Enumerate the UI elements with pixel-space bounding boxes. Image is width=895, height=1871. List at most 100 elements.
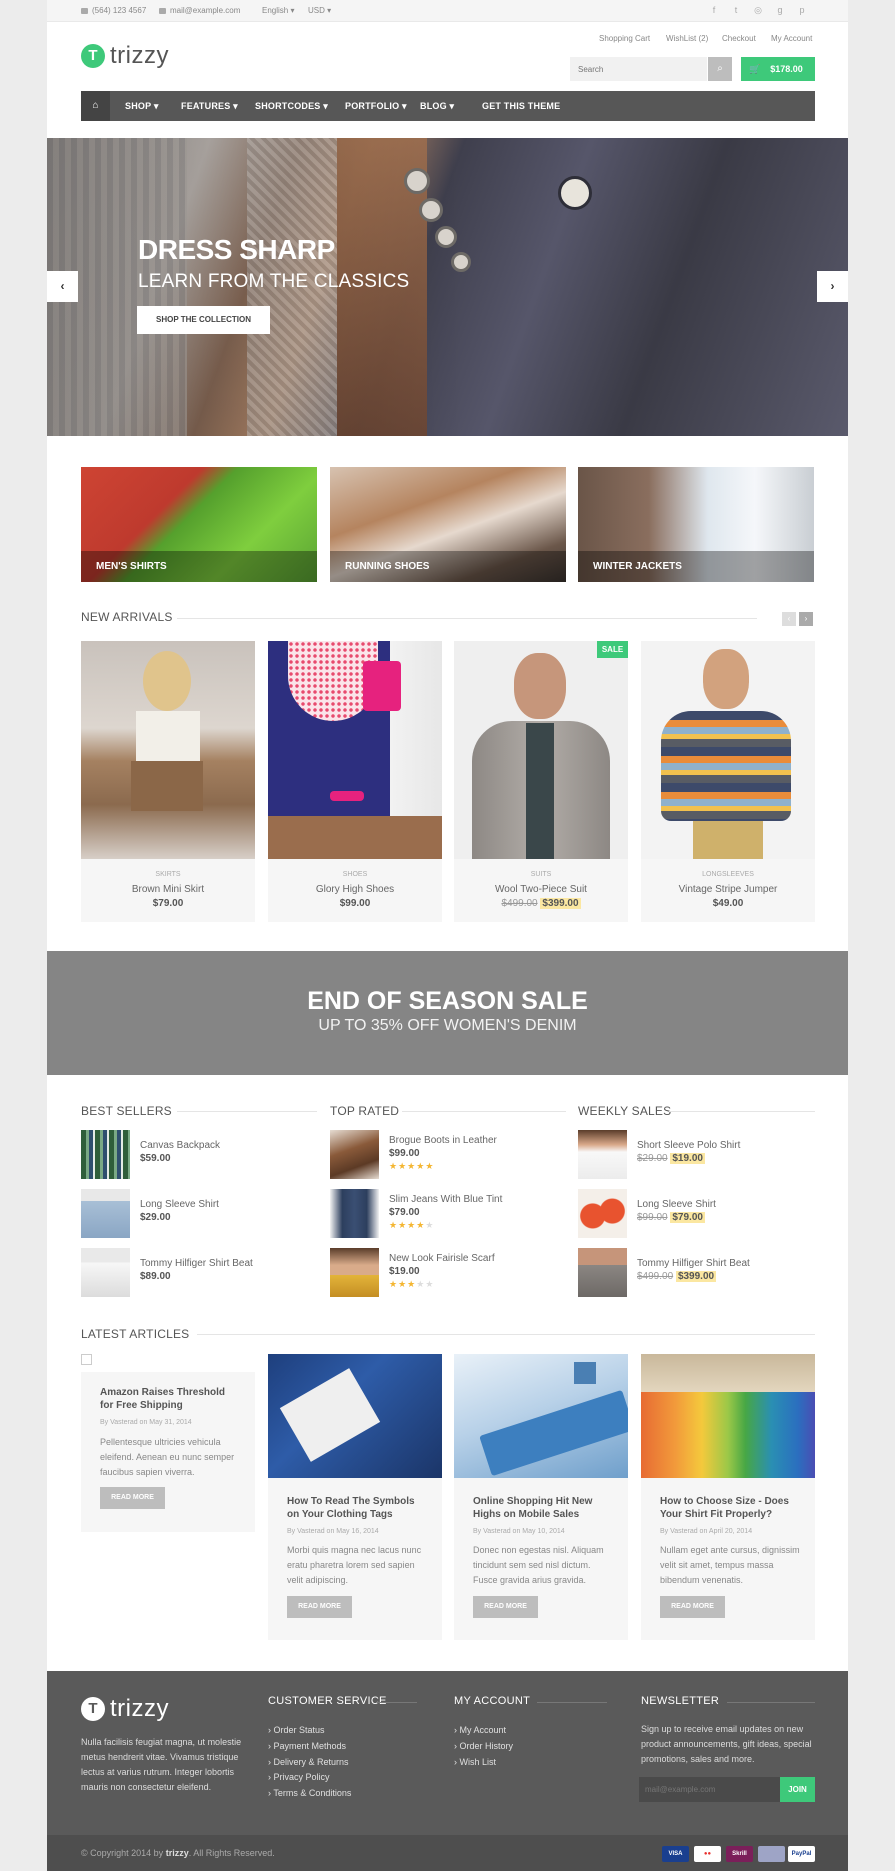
product-thumb[interactable]: [578, 1189, 627, 1238]
nav-item-shop[interactable]: SHOP ▾: [125, 101, 159, 112]
product-name[interactable]: Canvas Backpack: [140, 1140, 220, 1151]
nav-item-portfolio[interactable]: PORTFOLIO ▾: [345, 101, 407, 112]
product-name[interactable]: Vintage Stripe Jumper: [641, 884, 815, 895]
list-item[interactable]: Brogue Boots in Leather $99.00 ★★★★★: [330, 1130, 566, 1185]
product-card[interactable]: SALE SUITS Wool Two-Piece Suit $499.00 $…: [454, 641, 628, 922]
product-thumb[interactable]: [81, 1189, 130, 1238]
shop-collection-button[interactable]: SHOP THE COLLECTION: [137, 306, 270, 334]
article-title[interactable]: How To Read The Symbols on Your Clothing…: [287, 1495, 427, 1521]
list-item[interactable]: Short Sleeve Polo Shirt $29.00 $19.00: [578, 1130, 814, 1185]
email-info[interactable]: mail@example.com: [159, 6, 240, 15]
product-name[interactable]: Long Sleeve Shirt: [140, 1199, 219, 1210]
product-name[interactable]: Brogue Boots in Leather: [389, 1135, 497, 1146]
logo[interactable]: trizzy: [110, 42, 169, 70]
product-name[interactable]: Short Sleeve Polo Shirt: [637, 1140, 740, 1151]
article-title[interactable]: Amazon Raises Threshold for Free Shippin…: [100, 1386, 240, 1412]
facebook-icon[interactable]: f: [709, 5, 719, 15]
slider-next-icon[interactable]: ›: [817, 271, 848, 302]
wishlist-link[interactable]: WishList (2): [666, 34, 708, 43]
nav-item-blog[interactable]: BLOG ▾: [420, 101, 454, 112]
product-image[interactable]: [454, 641, 628, 859]
footer-link[interactable]: › Order Status: [268, 1725, 325, 1735]
list-item[interactable]: Slim Jeans With Blue Tint $79.00 ★★★★★: [330, 1189, 566, 1244]
product-card[interactable]: LONGSLEEVES Vintage Stripe Jumper $49.00: [641, 641, 815, 922]
google-plus-icon[interactable]: g: [775, 5, 785, 15]
product-name[interactable]: Long Sleeve Shirt: [637, 1199, 716, 1210]
product-name[interactable]: Tommy Hilfiger Shirt Beat: [637, 1258, 750, 1269]
article-card[interactable]: How To Read The Symbols on Your Clothing…: [268, 1354, 442, 1640]
footer-link[interactable]: › Delivery & Returns: [268, 1757, 349, 1767]
product-name[interactable]: Tommy Hilfiger Shirt Beat: [140, 1258, 253, 1269]
article-card[interactable]: How to Choose Size - Does Your Shirt Fit…: [641, 1354, 815, 1640]
product-thumb[interactable]: [81, 1248, 130, 1297]
article-title[interactable]: How to Choose Size - Does Your Shirt Fit…: [660, 1495, 800, 1521]
article-image[interactable]: [454, 1354, 628, 1478]
shopping-cart-link[interactable]: Shopping Cart: [599, 34, 650, 43]
logo-icon[interactable]: T: [81, 44, 105, 68]
category-mens-shirts[interactable]: MEN'S SHIRTS: [81, 467, 317, 582]
read-more-button[interactable]: READ MORE: [100, 1487, 165, 1509]
sale-banner[interactable]: END OF SEASON SALE UP TO 35% OFF WOMEN'S…: [47, 951, 848, 1075]
search-button[interactable]: ⌕: [708, 57, 732, 81]
article-image[interactable]: [268, 1354, 442, 1478]
product-card[interactable]: SHOES Glory High Shoes $99.00: [268, 641, 442, 922]
footer-link[interactable]: › My Account: [454, 1725, 506, 1735]
footer-link[interactable]: › Privacy Policy: [268, 1772, 330, 1782]
product-image[interactable]: [81, 641, 255, 859]
article-title[interactable]: Online Shopping Hit New Highs on Mobile …: [473, 1495, 613, 1521]
article-card[interactable]: Amazon Raises Threshold for Free Shippin…: [81, 1372, 255, 1532]
search-input[interactable]: [570, 57, 707, 81]
list-item[interactable]: Tommy Hilfiger Shirt Beat $499.00 $399.0…: [578, 1248, 814, 1303]
copyright-brand[interactable]: trizzy: [166, 1848, 189, 1858]
product-thumb[interactable]: [330, 1130, 379, 1179]
footer-link[interactable]: › Payment Methods: [268, 1741, 346, 1751]
product-image[interactable]: [641, 641, 815, 859]
article-card[interactable]: Online Shopping Hit New Highs on Mobile …: [454, 1354, 628, 1640]
product-name[interactable]: Glory High Shoes: [268, 884, 442, 895]
arrivals-next-icon[interactable]: ›: [799, 612, 813, 626]
cart-button[interactable]: 🛒 $178.00: [741, 57, 815, 81]
dribbble-icon[interactable]: ◎: [753, 5, 763, 15]
nav-item-shortcodes[interactable]: SHORTCODES ▾: [255, 101, 328, 112]
product-card[interactable]: SKIRTS Brown Mini Skirt $79.00: [81, 641, 255, 922]
home-icon[interactable]: ⌂: [81, 91, 110, 121]
footer-logo[interactable]: trizzy: [110, 1695, 169, 1723]
product-thumb[interactable]: [578, 1248, 627, 1297]
newsletter-email-field[interactable]: [639, 1777, 780, 1802]
nav-item-features[interactable]: FEATURES ▾: [181, 101, 238, 112]
product-thumb[interactable]: [81, 1130, 130, 1179]
product-name[interactable]: New Look Fairisle Scarf: [389, 1253, 495, 1264]
list-item[interactable]: Long Sleeve Shirt $29.00: [81, 1189, 317, 1244]
slider-prev-icon[interactable]: ‹: [47, 271, 78, 302]
footer-link[interactable]: › Order History: [454, 1741, 513, 1751]
checkout-link[interactable]: Checkout: [722, 34, 756, 43]
footer-link[interactable]: › Wish List: [454, 1757, 496, 1767]
currency-select[interactable]: USD ▾: [308, 6, 331, 15]
list-item[interactable]: Tommy Hilfiger Shirt Beat $89.00: [81, 1248, 317, 1303]
language-select[interactable]: English ▾: [262, 6, 295, 15]
category-winter-jackets[interactable]: WINTER JACKETS: [578, 467, 814, 582]
nav-item-get-theme[interactable]: GET THIS THEME: [482, 101, 560, 111]
article-image[interactable]: [641, 1354, 815, 1478]
my-account-link[interactable]: My Account: [771, 34, 812, 43]
read-more-button[interactable]: READ MORE: [660, 1596, 725, 1618]
pinterest-icon[interactable]: p: [797, 5, 807, 15]
product-thumb[interactable]: [330, 1248, 379, 1297]
join-button[interactable]: JOIN: [780, 1777, 815, 1802]
list-item[interactable]: Canvas Backpack $59.00: [81, 1130, 317, 1185]
product-name[interactable]: Brown Mini Skirt: [81, 884, 255, 895]
product-name[interactable]: Wool Two-Piece Suit: [454, 884, 628, 895]
twitter-icon[interactable]: t: [731, 5, 741, 15]
product-name[interactable]: Slim Jeans With Blue Tint: [389, 1194, 502, 1205]
arrivals-prev-icon[interactable]: ‹: [782, 612, 796, 626]
list-item[interactable]: New Look Fairisle Scarf $19.00 ★★★★★: [330, 1248, 566, 1303]
category-running-shoes[interactable]: RUNNING SHOES: [330, 467, 566, 582]
product-thumb[interactable]: [330, 1189, 379, 1238]
read-more-button[interactable]: READ MORE: [287, 1596, 352, 1618]
footer-logo-icon[interactable]: T: [81, 1697, 105, 1721]
footer-link[interactable]: › Terms & Conditions: [268, 1788, 351, 1798]
read-more-button[interactable]: READ MORE: [473, 1596, 538, 1618]
product-image[interactable]: [268, 641, 442, 859]
list-item[interactable]: Long Sleeve Shirt $99.00 $79.00: [578, 1189, 814, 1244]
product-thumb[interactable]: [578, 1130, 627, 1179]
